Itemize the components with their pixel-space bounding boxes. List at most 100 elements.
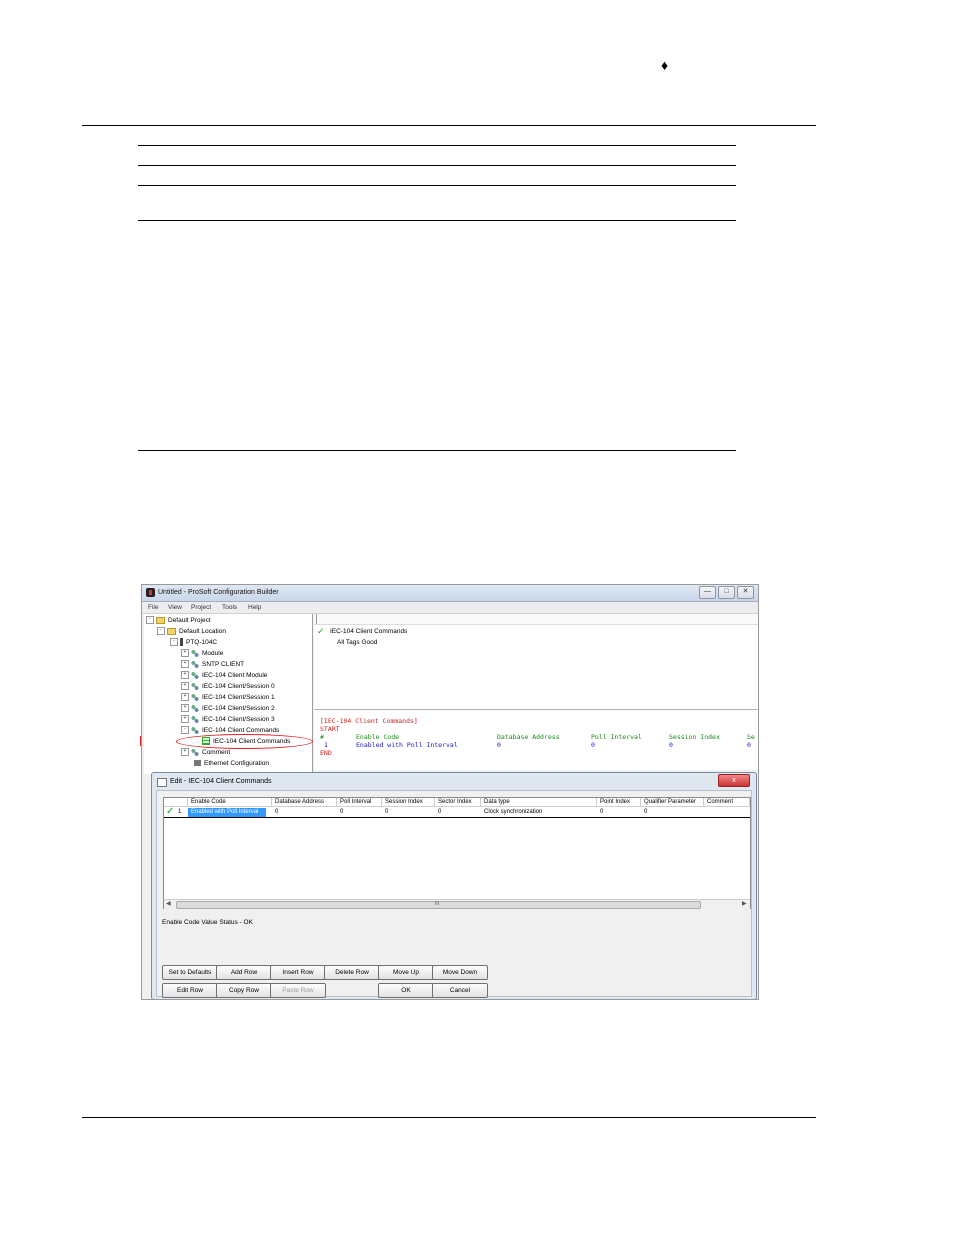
footer-rule <box>82 1117 816 1118</box>
cell-session-index[interactable]: 0 <box>382 808 388 817</box>
cell-point-index[interactable]: 0 <box>597 808 603 817</box>
status-pane-header <box>314 614 758 625</box>
network-icon <box>191 726 199 734</box>
expand-icon[interactable]: + <box>181 704 189 713</box>
expand-icon[interactable]: + <box>181 671 189 680</box>
code-row-database-address: 0 <box>497 741 501 749</box>
dialog-body: Enable Code Database Address Poll Interv… <box>156 790 752 998</box>
header-rule <box>82 125 816 126</box>
tree-item-ptq-104c[interactable]: - PTQ-104C <box>170 638 217 647</box>
column-header-comment[interactable]: Comment <box>704 798 750 807</box>
tree-item-session-1[interactable]: + IEC-104 Client/Session 1 <box>181 693 275 702</box>
code-row-session-index: 0 <box>669 741 673 749</box>
expand-icon[interactable]: + <box>181 748 189 757</box>
horizontal-scrollbar[interactable]: ◀ III ▶ <box>164 899 750 909</box>
tree-item-client-module[interactable]: + IEC-104 Client Module <box>181 671 267 680</box>
cell-data-type[interactable]: Clock synchronization <box>481 808 542 817</box>
expand-icon[interactable]: + <box>181 715 189 724</box>
row-divider <box>164 817 750 818</box>
column-header-sector-index[interactable]: Sector Index <box>435 798 481 807</box>
column-header-point-index[interactable]: Point Index <box>597 798 641 807</box>
set-to-defaults-button[interactable]: Set to Defaults <box>162 965 218 980</box>
copy-row-button[interactable]: Copy Row <box>216 983 272 998</box>
collapse-icon[interactable]: - <box>157 627 165 636</box>
tree-item-session-0[interactable]: + IEC-104 Client/Session 0 <box>181 682 275 691</box>
collapse-icon[interactable]: - <box>146 616 154 625</box>
row-check-icon: ✓ <box>166 806 175 817</box>
tree-item-session-3[interactable]: + IEC-104 Client/Session 3 <box>181 715 275 724</box>
project-tree: - Default Project - Default Location - PTQ-… <box>144 614 313 774</box>
cell-database-address[interactable]: 0 <box>272 808 278 817</box>
code-end: END <box>320 749 332 757</box>
maximize-button[interactable]: □ <box>718 586 735 599</box>
column-header-qualifier-parameter[interactable]: Qualifier Parameter <box>641 798 704 807</box>
column-header-database-address[interactable]: Database Address <box>272 798 337 807</box>
ethernet-icon <box>194 760 201 767</box>
menu-view[interactable]: View <box>168 604 182 611</box>
code-header-poll-interval: Poll Interval <box>591 733 642 741</box>
cancel-button[interactable]: Cancel <box>432 983 488 998</box>
edit-row-button[interactable]: Edit Row <box>162 983 218 998</box>
scroll-right-icon[interactable]: ▶ <box>742 900 747 907</box>
column-header-session-index[interactable]: Session Index <box>382 798 435 807</box>
status-text: All Tags Good <box>337 639 378 646</box>
network-icon <box>191 660 199 668</box>
network-icon <box>191 649 199 657</box>
check-icon: ✓ <box>317 626 325 636</box>
tree-item-default-location[interactable]: - Default Location <box>157 627 226 636</box>
network-icon <box>191 693 199 701</box>
tree-item-module[interactable]: + Module <box>181 649 223 658</box>
collapse-icon[interactable]: - <box>181 726 189 735</box>
close-button[interactable]: ✕ <box>737 586 754 599</box>
move-up-button[interactable]: Move Up <box>378 965 434 980</box>
code-hash: # <box>320 733 324 741</box>
expand-icon[interactable]: + <box>181 660 189 669</box>
table-rule-2 <box>138 165 736 166</box>
delete-row-button[interactable]: Delete Row <box>324 965 380 980</box>
menu-help[interactable]: Help <box>248 604 261 611</box>
cell-poll-interval[interactable]: 0 <box>337 808 343 817</box>
code-section: [IEC-104 Client Commands] <box>320 717 418 725</box>
window-title: Untitled - ProSoft Configuration Builder <box>158 589 279 596</box>
menu-tools[interactable]: Tools <box>222 604 237 611</box>
add-row-button[interactable]: Add Row <box>216 965 272 980</box>
collapse-icon[interactable]: - <box>170 638 178 647</box>
insert-row-button[interactable]: Insert Row <box>270 965 326 980</box>
column-header-data-type[interactable]: Data type <box>481 798 597 807</box>
tree-item-default-project[interactable]: - Default Project <box>146 616 211 625</box>
folder-icon <box>167 627 176 635</box>
menu-bar: File View Project Tools Help <box>142 602 758 614</box>
scroll-grip: III <box>435 901 440 907</box>
app-icon <box>146 588 155 597</box>
dialog-close-button[interactable]: x <box>718 774 750 787</box>
cell-qualifier-parameter[interactable]: 0 <box>641 808 647 817</box>
paste-row-button[interactable]: Paste Row <box>270 983 326 998</box>
code-row-poll-interval: 0 <box>591 741 595 749</box>
ok-button[interactable]: OK <box>378 983 434 998</box>
column-header-enable-code[interactable]: Enable Code <box>188 798 272 807</box>
expand-icon[interactable]: + <box>181 693 189 702</box>
tree-item-comment[interactable]: + Comment <box>181 748 230 757</box>
network-icon <box>191 715 199 723</box>
cell-enable-code[interactable]: Enabled with Poll Interval <box>188 808 266 817</box>
table-rule-5 <box>138 450 736 451</box>
cell-comment[interactable] <box>704 808 707 817</box>
scroll-thumb[interactable]: III <box>176 901 701 909</box>
menu-project[interactable]: Project <box>191 604 211 611</box>
edit-dialog: Edit - IEC-104 Client Commands x Enable … <box>151 772 757 999</box>
minimize-button[interactable]: — <box>699 586 716 599</box>
tree-item-sntp-client[interactable]: + SNTP CLIENT <box>181 660 244 669</box>
tree-item-ethernet-configuration[interactable]: Ethernet Configuration <box>194 759 269 768</box>
scroll-left-icon[interactable]: ◀ <box>166 900 171 907</box>
folder-icon <box>156 616 165 624</box>
code-header-session-index: Session Index <box>669 733 720 741</box>
expand-icon[interactable]: + <box>181 682 189 691</box>
header-diamond-icon: ♦ <box>661 57 669 73</box>
column-header-poll-interval[interactable]: Poll Interval <box>337 798 382 807</box>
move-down-button[interactable]: Move Down <box>432 965 488 980</box>
menu-file[interactable]: File <box>148 604 158 611</box>
tree-item-session-2[interactable]: + IEC-104 Client/Session 2 <box>181 704 275 713</box>
expand-icon[interactable]: + <box>181 649 189 658</box>
cell-sector-index[interactable]: 0 <box>435 808 441 817</box>
module-icon <box>180 638 183 647</box>
